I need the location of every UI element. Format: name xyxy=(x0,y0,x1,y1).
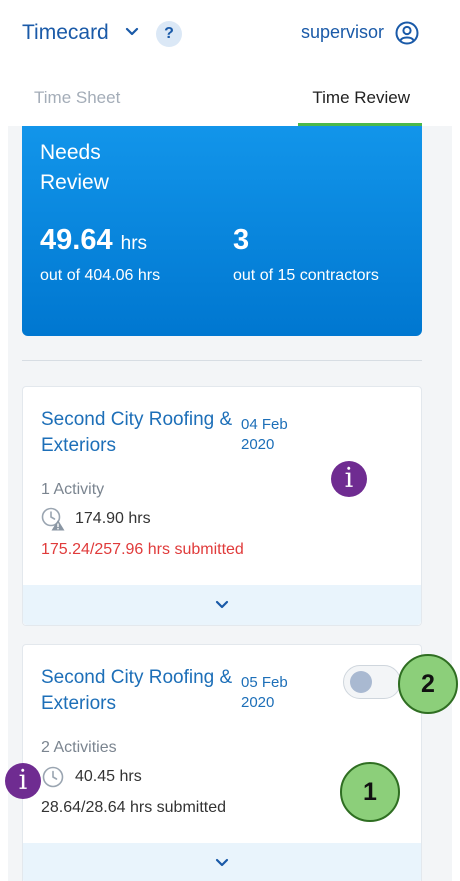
toggle-knob xyxy=(350,671,372,693)
chevron-down-icon xyxy=(215,858,229,867)
annotation-marker-2: 2 xyxy=(398,654,458,714)
user-icon[interactable] xyxy=(395,21,419,45)
app-header: Timecard ? supervisor xyxy=(0,0,460,66)
chevron-down-icon xyxy=(215,600,229,609)
activity-count: 1 Activity xyxy=(41,481,105,498)
app-title[interactable]: Timecard xyxy=(22,21,109,45)
approve-toggle[interactable] xyxy=(343,665,401,699)
hours-submitted: 175.24/257.96 hrs submitted xyxy=(41,541,244,558)
card-hours: 174.90 hrs xyxy=(75,510,151,527)
card-hours: 40.45 hrs xyxy=(75,768,142,785)
summary-hours: 49.64 hrs xyxy=(40,224,147,257)
summary-hours-unit: hrs xyxy=(120,233,148,254)
chevron-down-icon[interactable] xyxy=(124,24,140,40)
contractor-name[interactable]: Second City Roofing & Exteriors xyxy=(41,665,241,717)
help-button[interactable]: ? xyxy=(156,21,182,47)
expand-card-button[interactable] xyxy=(23,585,421,625)
expand-card-button[interactable] xyxy=(23,843,421,881)
activity-count: 2 Activities xyxy=(41,739,117,756)
summary-hours-total: out of 404.06 hrs xyxy=(40,267,161,284)
tab-bar: Time Sheet Time Review xyxy=(22,80,422,126)
contractor-name[interactable]: Second City Roofing & Exteriors xyxy=(41,407,241,459)
needs-review-summary: Needs Review 49.64 hrs out of 404.06 hrs… xyxy=(22,126,422,336)
annotation-marker-1: 1 xyxy=(340,762,400,822)
tab-time-sheet[interactable]: Time Sheet xyxy=(34,88,120,108)
user-name[interactable]: supervisor xyxy=(301,22,384,43)
card-date: 05 Feb 2020 xyxy=(241,674,288,711)
tab-time-review[interactable]: Time Review xyxy=(312,88,410,108)
clock-warning-icon xyxy=(41,507,65,531)
summary-contractor-count: 3 xyxy=(233,224,250,256)
summary-title: Needs Review xyxy=(40,141,109,194)
summary-hours-value: 49.64 xyxy=(40,224,113,256)
divider xyxy=(22,360,422,361)
card-date: 04 Feb 2020 xyxy=(241,416,288,453)
hours-submitted: 28.64/28.64 hrs submitted xyxy=(41,799,227,816)
info-icon: i xyxy=(5,763,41,799)
info-icon: i xyxy=(331,461,367,497)
clock-icon xyxy=(42,766,64,788)
contractor-card[interactable]: Second City Roofing & Exteriors 04 Feb 2… xyxy=(22,386,422,626)
summary-contractor-total: out of 15 contractors xyxy=(233,267,379,284)
